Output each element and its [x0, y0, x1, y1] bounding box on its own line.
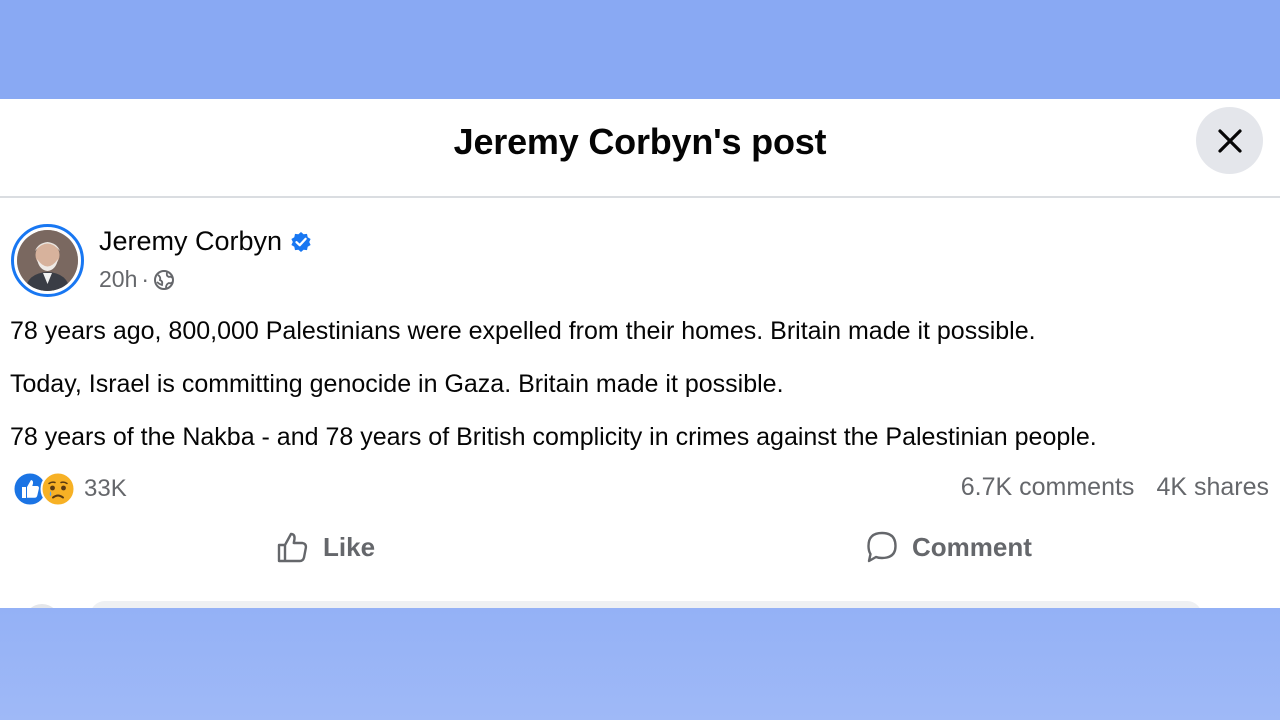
shares-count[interactable]: 4K shares — [1156, 473, 1269, 502]
composer-avatar — [24, 604, 60, 608]
post-time[interactable]: 20h — [99, 266, 137, 293]
sad-reaction-icon — [40, 471, 76, 507]
comment-icon — [867, 531, 897, 563]
close-button[interactable] — [1196, 107, 1263, 174]
post-paragraph: 78 years of the Nakba - and 78 years of … — [10, 423, 1097, 451]
globe-icon — [154, 269, 175, 290]
avatar-photo — [17, 230, 78, 291]
reaction-count: 33K — [84, 475, 127, 502]
meta-separator: · — [141, 266, 150, 292]
like-icon — [277, 532, 308, 563]
background-top — [0, 0, 1280, 99]
close-icon — [1217, 128, 1242, 153]
comment-label: Comment — [912, 531, 1032, 562]
comment-input[interactable] — [90, 601, 1202, 608]
post-meta: 20h · — [99, 266, 175, 293]
post-paragraph: Today, Israel is committing genocide in … — [10, 370, 784, 398]
reactions-summary[interactable]: 33K — [12, 471, 127, 507]
author-avatar[interactable] — [11, 224, 84, 297]
post-paragraph: 78 years ago, 800,000 Palestinians were … — [10, 317, 1036, 345]
background-bottom — [0, 608, 1280, 720]
engagement-stats: 6.7K comments 4K shares — [961, 473, 1269, 502]
like-label: Like — [323, 531, 376, 562]
verified-badge-icon — [291, 231, 311, 252]
like-button[interactable]: Like — [275, 529, 375, 565]
post-dialog: Jeremy Corbyn's post Jeremy Corbyn 20h ·… — [0, 99, 1280, 608]
dialog-title: Jeremy Corbyn's post — [453, 121, 827, 162]
comment-button[interactable]: Comment — [864, 529, 1032, 565]
comments-count[interactable]: 6.7K comments — [961, 473, 1135, 502]
author-line: Jeremy Corbyn — [99, 226, 312, 257]
author-name[interactable]: Jeremy Corbyn — [99, 226, 282, 257]
dialog-header: Jeremy Corbyn's post — [0, 99, 1280, 198]
post-body: 78 years ago, 800,000 Palestinians were … — [10, 313, 1270, 472]
